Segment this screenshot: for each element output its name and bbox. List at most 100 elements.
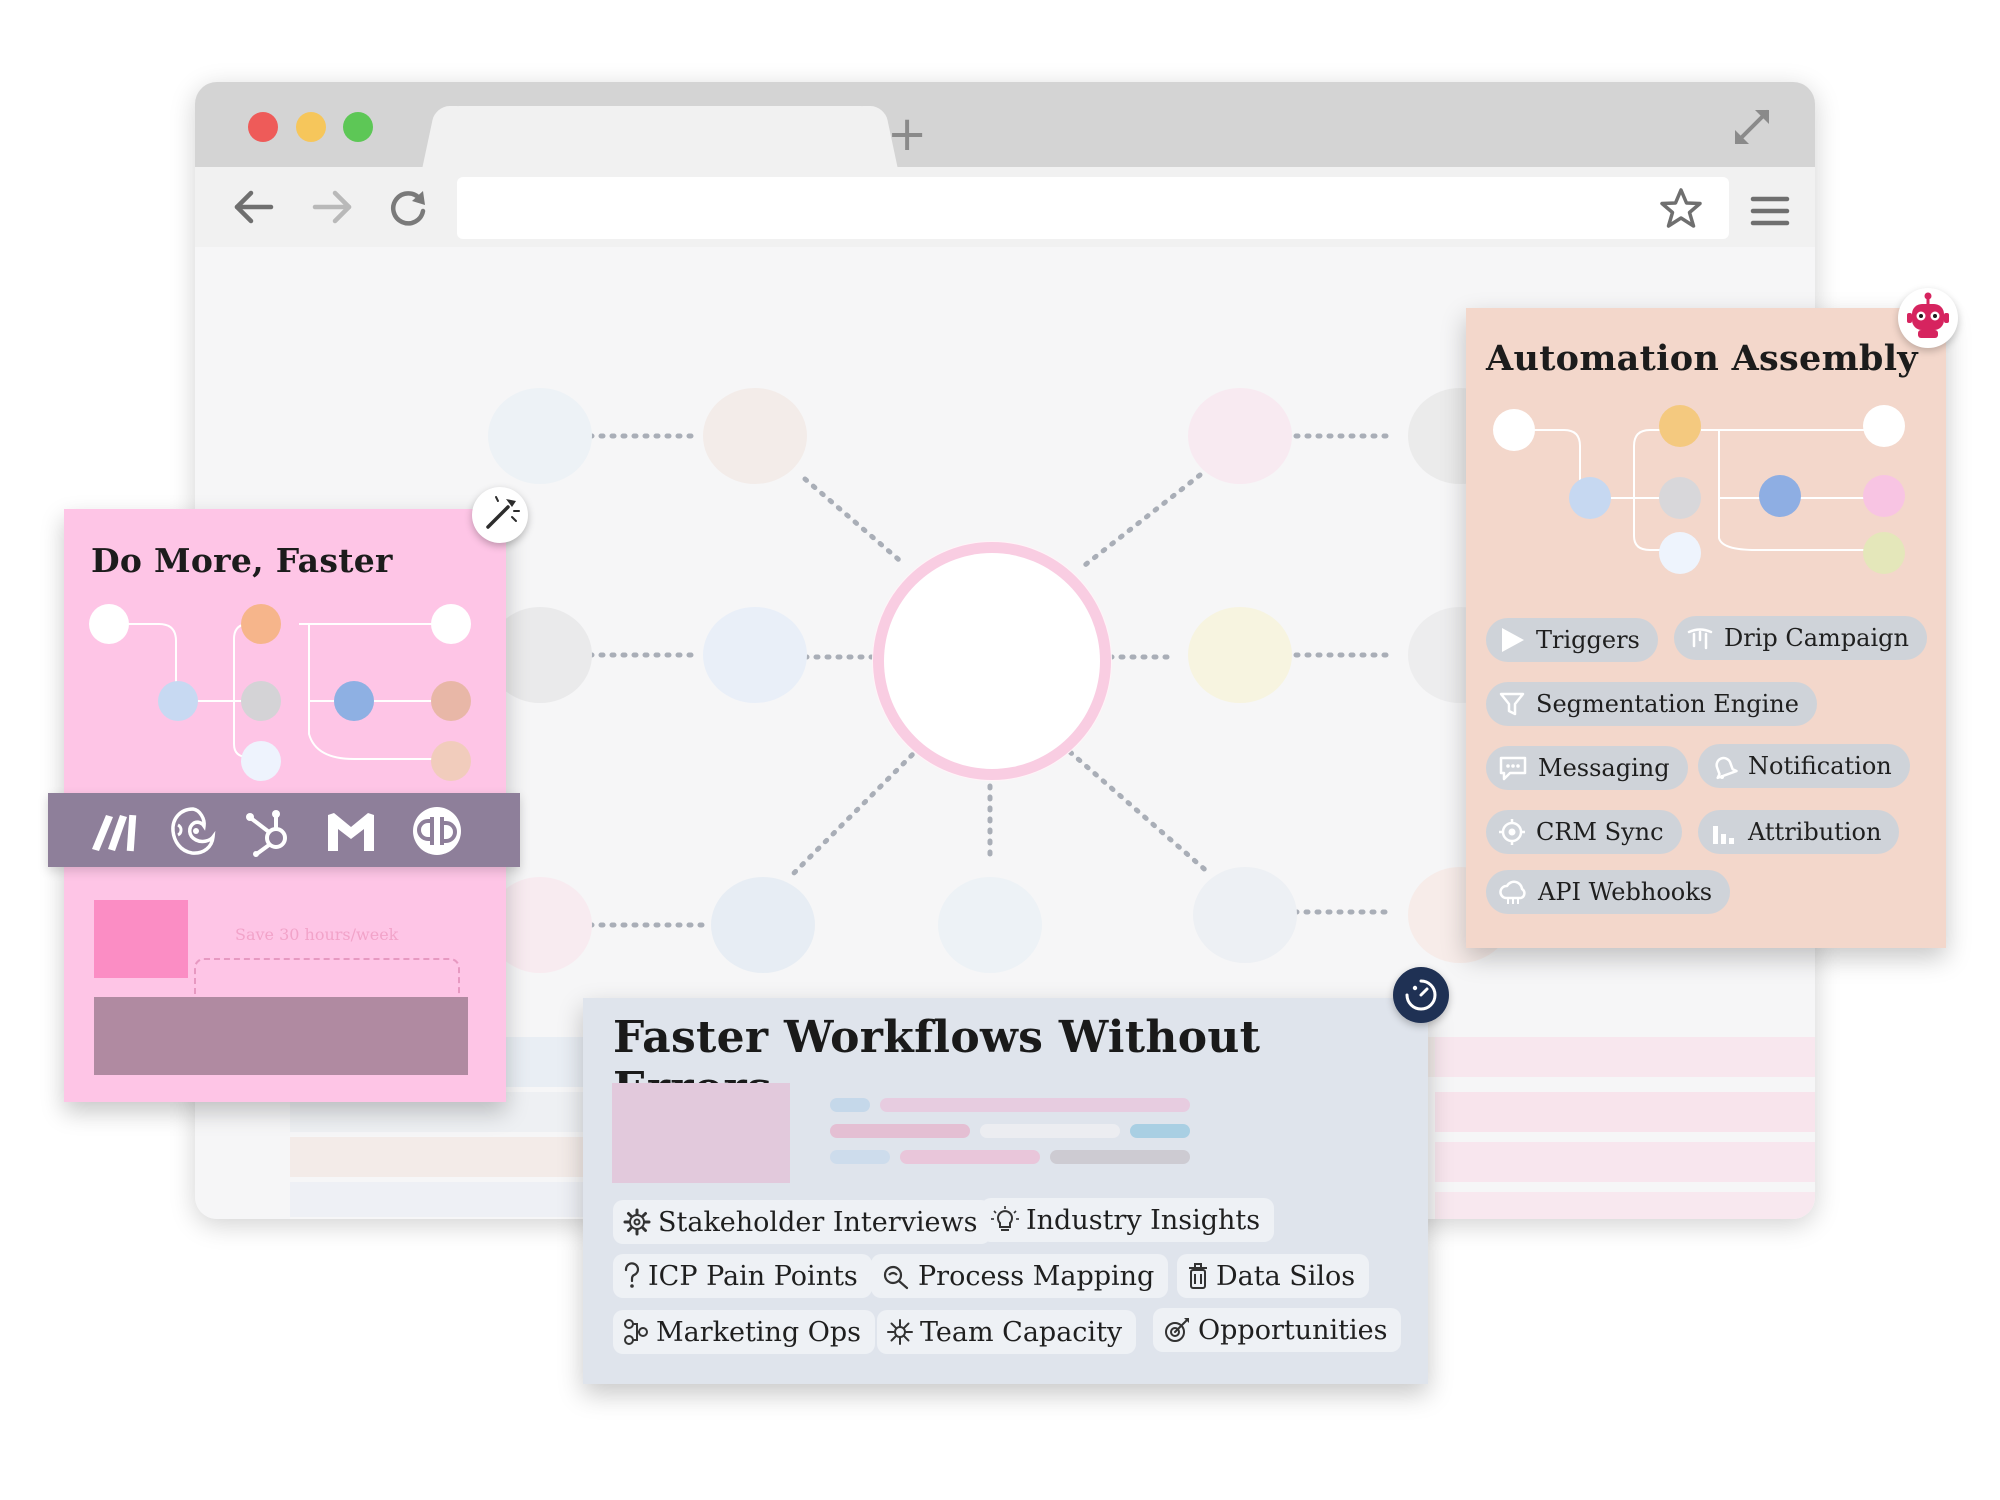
pill-team-capacity[interactable]: Team Capacity <box>877 1310 1137 1354</box>
pill-attribution[interactable]: Attribution <box>1698 810 1900 854</box>
pill-marketing-ops[interactable]: Marketing Ops <box>613 1310 876 1354</box>
pill-industry-insights[interactable]: Industry Insights <box>981 1198 1275 1242</box>
hubspot-logo-icon <box>246 810 287 857</box>
reload-icon[interactable] <box>387 187 431 227</box>
mailchimp-logo-icon <box>171 807 216 855</box>
pill-drip-campaign[interactable]: Drip Campaign <box>1674 616 1927 660</box>
pill-label: Opportunities <box>1198 1314 1388 1346</box>
flow-node <box>1659 477 1701 519</box>
pill-crm-sync[interactable]: CRM Sync <box>1486 810 1682 854</box>
make-logo-icon <box>92 814 137 852</box>
magnifier-icon <box>883 1265 909 1290</box>
pill-label: ICP Pain Points <box>648 1260 858 1292</box>
new-tab-button[interactable]: + <box>887 110 927 158</box>
drip-icon <box>1687 628 1713 650</box>
flow-node <box>1759 475 1801 517</box>
preview-block <box>94 900 188 978</box>
flow-node <box>158 681 198 721</box>
target-icon <box>1165 1318 1189 1342</box>
flow-node <box>241 681 281 721</box>
timer-icon <box>1405 979 1437 1011</box>
hub-node <box>711 877 815 973</box>
browser-tab[interactable] <box>441 106 879 167</box>
close-window-button[interactable] <box>248 112 278 142</box>
flow-node <box>1493 409 1535 451</box>
skeleton-line <box>830 1124 970 1138</box>
maximize-window-button[interactable] <box>343 112 373 142</box>
magic-wand-badge[interactable] <box>472 487 528 543</box>
flow-node <box>1659 532 1701 574</box>
back-arrow-icon[interactable] <box>231 187 275 227</box>
skeleton-line <box>880 1098 1190 1112</box>
hub-node <box>488 388 592 484</box>
pill-opportunities[interactable]: Opportunities <box>1153 1308 1402 1352</box>
star-icon[interactable] <box>1658 186 1704 232</box>
robot-badge[interactable] <box>1898 288 1958 348</box>
pill-process-mapping[interactable]: Process Mapping <box>871 1254 1169 1298</box>
pill-segmentation-engine[interactable]: Segmentation Engine <box>1486 682 1817 726</box>
flow-node <box>431 681 471 721</box>
pill-triggers[interactable]: Triggers <box>1486 618 1658 662</box>
pill-label: Stakeholder Interviews <box>658 1206 978 1238</box>
skeleton-line <box>980 1124 1120 1138</box>
flow-node <box>1659 405 1701 447</box>
workflow-diagram <box>89 604 471 781</box>
flow-icon <box>624 1319 648 1345</box>
skeleton-line <box>830 1150 890 1164</box>
sync-icon <box>1499 819 1525 845</box>
skeleton-line <box>900 1150 1040 1164</box>
pill-label: Notification <box>1748 752 1892 780</box>
quickbooks-logo-icon <box>413 807 461 855</box>
flow-node <box>1863 532 1905 574</box>
pill-label: Segmentation Engine <box>1536 690 1799 718</box>
timer-badge[interactable] <box>1393 967 1449 1023</box>
pill-notification[interactable]: Notification <box>1698 744 1910 788</box>
gear-icon <box>623 1208 651 1236</box>
funnel-icon <box>1499 692 1525 716</box>
flow-node <box>1863 475 1905 517</box>
card-title: Do More, Faster <box>91 541 393 580</box>
pill-api-webhooks[interactable]: API Webhooks <box>1486 870 1731 914</box>
bar-chart-icon <box>1713 826 1734 844</box>
expand-icon[interactable] <box>1729 104 1775 150</box>
flow-node <box>1863 405 1905 447</box>
minimize-window-button[interactable] <box>296 112 326 142</box>
flow-node <box>241 604 281 644</box>
pill-label: Data Silos <box>1216 1260 1356 1292</box>
flow-node <box>431 604 471 644</box>
pill-stakeholder-interviews[interactable]: Stakeholder Interviews <box>613 1200 992 1244</box>
pill-label: Messaging <box>1538 754 1670 782</box>
pill-messaging[interactable]: Messaging <box>1486 746 1688 790</box>
pill-label: API Webhooks <box>1538 878 1713 906</box>
skeleton-line <box>1050 1150 1190 1164</box>
flow-node <box>89 604 129 644</box>
flow-node <box>1569 477 1611 519</box>
tab-strip: + <box>195 82 1815 167</box>
bell-icon <box>1715 756 1738 780</box>
menu-icon[interactable] <box>1750 194 1790 228</box>
card-title: Automation Assembly <box>1486 338 1918 379</box>
chat-icon <box>1499 756 1527 781</box>
pill-label: Marketing Ops <box>656 1316 862 1348</box>
url-bar[interactable] <box>457 177 1729 239</box>
flow-node <box>334 681 374 721</box>
flow-node <box>241 741 281 781</box>
burst-icon <box>887 1319 913 1345</box>
pill-label: Team Capacity <box>920 1316 1123 1348</box>
pill-data-silos[interactable]: Data Silos <box>1177 1254 1370 1298</box>
question-icon <box>624 1262 640 1288</box>
pill-icp-pain-points[interactable]: ICP Pain Points <box>613 1254 872 1298</box>
skeleton-line <box>830 1098 870 1112</box>
save-hours-label: Save 30 hours/week <box>235 925 399 944</box>
pill-label: Drip Campaign <box>1724 624 1909 652</box>
hub-node <box>703 388 807 484</box>
pill-label: Process Mapping <box>918 1260 1155 1292</box>
hub-node <box>1188 388 1292 484</box>
magic-wand-icon <box>486 496 520 529</box>
summary-bar <box>94 997 468 1075</box>
hub-node <box>1193 867 1297 963</box>
pill-label: CRM Sync <box>1536 818 1664 846</box>
skeleton-line <box>1130 1124 1190 1138</box>
forward-arrow-icon[interactable] <box>311 187 355 227</box>
pill-label: Industry Insights <box>1026 1204 1261 1236</box>
